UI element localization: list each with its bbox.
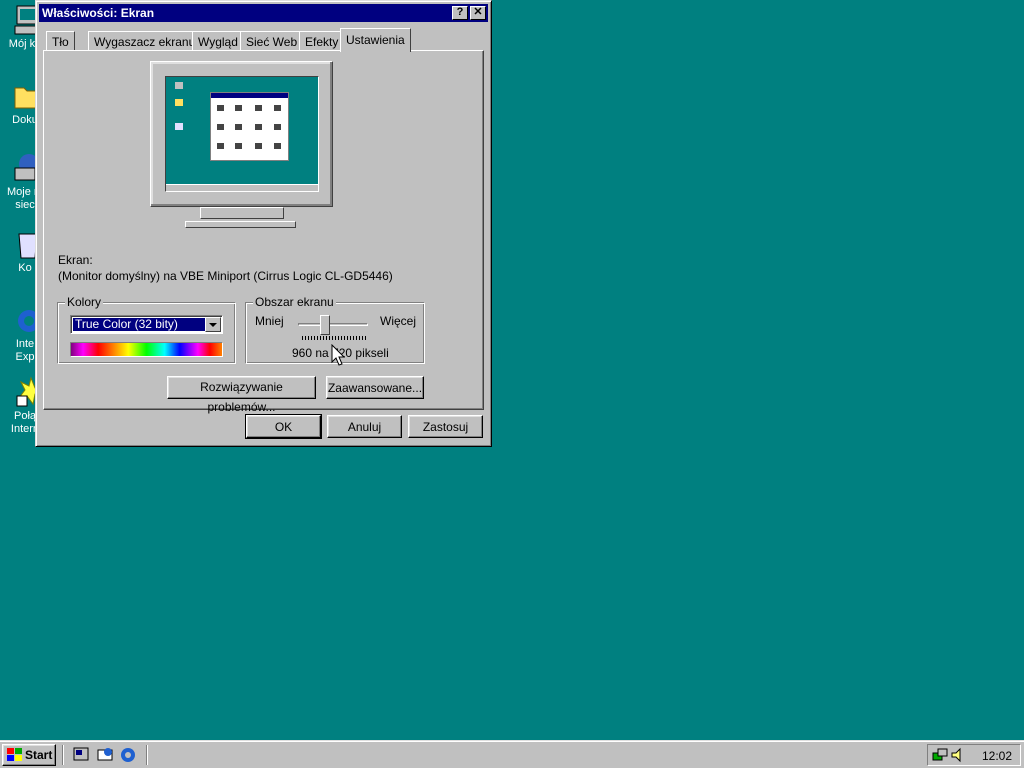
resolution-slider-thumb[interactable] (320, 315, 330, 335)
tab-background[interactable]: Tło (46, 31, 75, 51)
tab-appearance[interactable]: Wygląd (192, 31, 244, 51)
troubleshoot-button[interactable]: Rozwiązywanie problemów... (167, 376, 316, 414)
more-label: Więcej (380, 314, 417, 328)
mini-desktop-icon (175, 99, 183, 106)
outlook-express-icon[interactable] (96, 746, 114, 763)
less-label: Mniej (255, 314, 284, 328)
color-depth-select[interactable]: True Color (32 bity) (70, 315, 223, 334)
slider-ticks (302, 336, 366, 340)
tab-settings[interactable]: Ustawienia (340, 28, 411, 52)
tab-screensaver[interactable]: Wygaszacz ekranu (88, 31, 202, 51)
start-button[interactable]: Start (2, 744, 56, 766)
cancel-button[interactable]: Anuluj (327, 415, 402, 438)
close-button[interactable]: ✕ (470, 6, 486, 20)
resolution-slider-track[interactable] (298, 323, 368, 326)
show-desktop-icon[interactable] (72, 746, 90, 763)
mini-window (210, 92, 289, 161)
colors-group: Kolory True Color (32 bity) (57, 295, 236, 364)
mini-desktop-icon (175, 123, 183, 130)
chevron-down-icon[interactable] (205, 317, 221, 332)
taskbar: Start 12:02 (0, 740, 1024, 768)
taskbar-separator (62, 745, 64, 765)
title-bar[interactable]: Właściwości: Ekran ? ✕ (39, 4, 488, 22)
monitor-preview (150, 61, 333, 207)
apply-button[interactable]: Zastosuj (408, 415, 483, 438)
mini-taskbar (166, 184, 318, 191)
colors-group-label: Kolory (65, 295, 104, 309)
internet-explorer-icon[interactable] (119, 746, 137, 763)
color-depth-value: True Color (32 bity) (73, 318, 205, 331)
advanced-button[interactable]: Zaawansowane... (326, 376, 424, 399)
mini-desktop-icon (175, 82, 183, 89)
network-icon[interactable] (932, 747, 948, 766)
screen-area-group-label: Obszar ekranu (253, 295, 336, 309)
taskbar-separator (146, 745, 148, 765)
mouse-cursor-icon (331, 343, 346, 369)
clock[interactable]: 12:02 (982, 749, 1012, 763)
tab-effects[interactable]: Efekty (299, 31, 345, 51)
close-icon: ✕ (473, 6, 483, 18)
start-label: Start (25, 747, 53, 762)
ok-button[interactable]: OK (245, 414, 322, 439)
monitor-screen (165, 76, 319, 192)
system-tray: 12:02 (927, 744, 1021, 766)
help-button[interactable]: ? (452, 6, 468, 20)
window-title: Właściwości: Ekran (42, 6, 155, 20)
volume-icon[interactable] (950, 747, 966, 766)
monitor-base (185, 221, 296, 228)
tab-web[interactable]: Sieć Web (240, 31, 304, 51)
color-spectrum-bar (70, 342, 223, 357)
windows-logo-icon (7, 748, 23, 768)
monitor-stand (200, 207, 284, 219)
display-label: Ekran: (58, 253, 93, 267)
display-adapter-text: (Monitor domyślny) na VBE Miniport (Cirr… (58, 269, 393, 283)
